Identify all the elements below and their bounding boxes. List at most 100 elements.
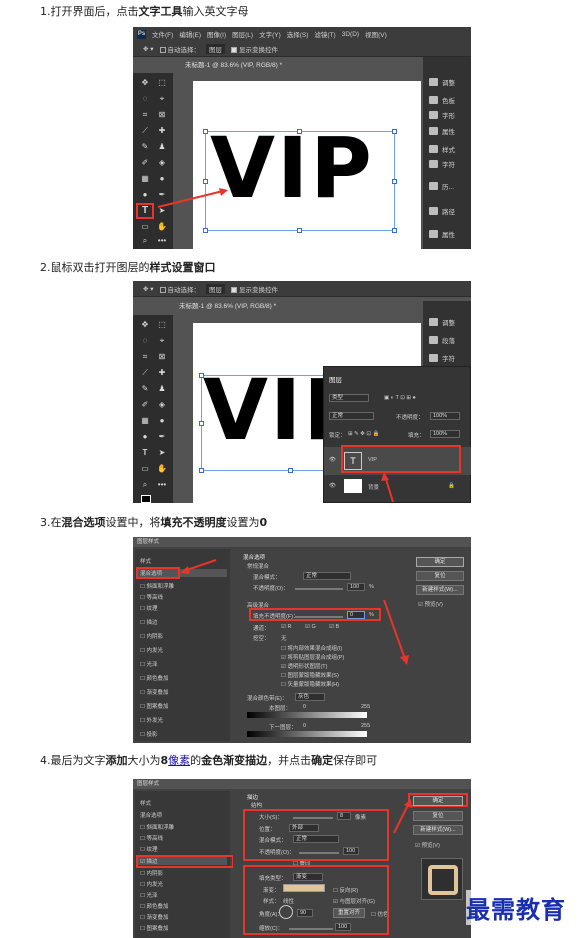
panel-adjustments[interactable]: 调整 xyxy=(429,317,455,327)
eye-icon[interactable]: 👁 xyxy=(329,483,336,489)
auto-select-dropdown[interactable]: 图层 xyxy=(206,283,226,294)
menu-file[interactable]: 文件(F) xyxy=(152,29,173,39)
show-transform-checkbox[interactable]: 显示变换控件 xyxy=(231,44,278,54)
transform-handle[interactable] xyxy=(297,129,302,134)
style-item-contour[interactable]: ☐ 等高线 xyxy=(140,593,163,601)
text-bounding-box[interactable] xyxy=(205,131,395,231)
move-tool-icon[interactable]: ✥ xyxy=(138,319,152,331)
style-item-stroke[interactable]: ☐ 描边 xyxy=(140,618,157,626)
frame-tool-icon[interactable]: ⊠ xyxy=(155,109,169,121)
zoom-icon[interactable]: ⌕ xyxy=(138,479,152,491)
quick-select-icon[interactable]: ⌖ xyxy=(155,335,169,347)
panel-adjustments[interactable]: 调整 xyxy=(429,77,455,87)
pixel-link[interactable]: 像素 xyxy=(168,754,190,767)
eraser-icon[interactable]: ◈ xyxy=(155,399,169,411)
history-brush-icon[interactable]: ✐ xyxy=(138,399,152,411)
healing-icon[interactable]: ✚ xyxy=(155,125,169,137)
style-item-drop-shadow[interactable]: ☐ 投影 xyxy=(140,730,157,738)
panel-history[interactable]: 历... xyxy=(429,181,454,191)
eraser-icon[interactable]: ◈ xyxy=(155,157,169,169)
document-tab[interactable]: 未标题-1 @ 83.6% (VIP, RGB/8) * xyxy=(179,60,419,72)
style-item-gradient-overlay[interactable]: ☐ 渐变叠加 xyxy=(140,913,168,921)
path-select-icon[interactable]: ➤ xyxy=(155,447,169,459)
panel-glyphs[interactable]: 字形 xyxy=(429,110,455,120)
quick-select-icon[interactable]: ⌖ xyxy=(155,93,169,105)
stamp-icon[interactable]: ♟ xyxy=(155,383,169,395)
style-item-pattern-overlay[interactable]: ☐ 图案叠加 xyxy=(140,702,168,710)
document-tab[interactable]: 未标题-1 @ 83.6% (VIP, RGB/8) * xyxy=(173,301,423,313)
eye-icon[interactable]: 👁 xyxy=(329,457,336,463)
option-transparency-shapes[interactable]: ☑ 透明形状图层(T) xyxy=(281,662,328,670)
eyedropper-icon[interactable]: ⟋ xyxy=(138,367,152,379)
move-icon[interactable]: ✥ ▾ xyxy=(143,45,154,53)
pen-icon[interactable]: ✒ xyxy=(155,431,169,443)
menu-type[interactable]: 文字(Y) xyxy=(259,29,281,39)
blend-mode-dropdown[interactable]: 正常 xyxy=(329,412,374,420)
preview-checkbox[interactable]: ☑ 预览(V) xyxy=(415,841,440,849)
opacity-field[interactable]: 100% xyxy=(430,412,460,420)
reset-button[interactable]: 复位 xyxy=(416,571,464,581)
option-vector-mask-hides[interactable]: ☐ 矢量蒙版隐藏效果(H) xyxy=(281,680,339,688)
dodge-icon[interactable]: ● xyxy=(138,189,152,201)
ok-button[interactable]: 确定 xyxy=(413,796,463,806)
hand-icon[interactable]: ✋ xyxy=(155,463,169,475)
transform-handle[interactable] xyxy=(203,228,208,233)
style-item-bevel[interactable]: ☐ 斜面和浮雕 xyxy=(140,582,174,590)
brush-icon[interactable]: ✎ xyxy=(138,383,152,395)
dodge-icon[interactable]: ● xyxy=(138,431,152,443)
style-item-styles[interactable]: 样式 xyxy=(140,557,151,565)
transform-handle[interactable] xyxy=(392,179,397,184)
option-layer-mask-hides[interactable]: ☐ 图层蒙版隐藏效果(S) xyxy=(281,671,339,679)
filter-kind-dropdown[interactable]: 类型 xyxy=(329,394,369,402)
brush-icon[interactable]: ✎ xyxy=(138,141,152,153)
knockout-dropdown[interactable]: 无 xyxy=(281,634,287,642)
menu-view[interactable]: 视图(V) xyxy=(365,29,387,39)
style-item-texture[interactable]: ☐ 纹理 xyxy=(140,845,157,853)
lock-icons[interactable]: ⊞ ✎ ✥ ⊡ 🔒 xyxy=(348,431,379,437)
panel-styles[interactable]: 样式 xyxy=(429,144,455,154)
foreground-color-swatch[interactable] xyxy=(141,495,151,503)
style-item-texture[interactable]: ☐ 纹理 xyxy=(140,604,157,612)
show-transform-checkbox[interactable]: 显示变换控件 xyxy=(231,284,278,294)
panel-swatches[interactable]: 色板 xyxy=(429,95,455,105)
canvas[interactable]: VIP xyxy=(193,81,421,249)
lasso-tool-icon[interactable]: ◌ xyxy=(138,93,152,105)
menu-layer[interactable]: 图层(L) xyxy=(232,29,253,39)
menu-select[interactable]: 选择(S) xyxy=(287,29,309,39)
style-item-inner-shadow[interactable]: ☐ 内阴影 xyxy=(140,869,163,877)
option-blend-clipped[interactable]: ☑ 将剪贴图层混合成组(P) xyxy=(281,653,344,661)
style-item-blending-options[interactable]: 混合选项 xyxy=(140,811,162,819)
layer-filter-icons[interactable]: ▣ ◐ T ⊡ ⊞ ● xyxy=(384,395,416,401)
more-tools-icon[interactable]: ••• xyxy=(155,479,169,491)
marquee-tool-icon[interactable]: ⬚ xyxy=(155,319,169,331)
rectangle-icon[interactable]: ▭ xyxy=(138,221,152,233)
transform-handle[interactable] xyxy=(288,468,293,473)
blur-icon[interactable]: ● xyxy=(155,415,169,427)
preview-checkbox[interactable]: ☑ 预览(V) xyxy=(418,600,443,608)
transform-handle[interactable] xyxy=(203,179,208,184)
panel-properties[interactable]: 属性 xyxy=(429,126,455,136)
style-item-color-overlay[interactable]: ☐ 颜色叠加 xyxy=(140,674,168,682)
lasso-tool-icon[interactable]: ◌ xyxy=(138,335,152,347)
style-item-outer-glow[interactable]: ☐ 外发光 xyxy=(140,716,163,724)
auto-select-checkbox[interactable]: 自动选择： xyxy=(159,44,200,54)
transform-handle[interactable] xyxy=(199,373,204,378)
hand-icon[interactable]: ✋ xyxy=(155,221,169,233)
style-item-inner-glow[interactable]: ☐ 内发光 xyxy=(140,646,163,654)
fill-field[interactable]: 100% xyxy=(430,430,460,438)
gradient-icon[interactable]: ▦ xyxy=(138,415,152,427)
new-style-button[interactable]: 新建样式(W)... xyxy=(413,825,463,835)
channel-r-checkbox[interactable]: ☑ R xyxy=(281,624,291,630)
style-item-satin[interactable]: ☐ 光泽 xyxy=(140,660,157,668)
ok-button[interactable]: 确定 xyxy=(416,557,464,567)
channel-b-checkbox[interactable]: ☑ B xyxy=(329,624,339,630)
menu-image[interactable]: 图像(I) xyxy=(207,29,226,39)
panel-properties-2[interactable]: 属性 xyxy=(429,229,455,239)
panel-paths[interactable]: 路径 xyxy=(429,206,455,216)
menu-edit[interactable]: 编辑(E) xyxy=(179,29,201,39)
opacity-slider[interactable] xyxy=(295,588,343,590)
this-layer-gradient-slider[interactable] xyxy=(247,712,367,718)
opacity-field[interactable]: 100 xyxy=(347,583,365,591)
transform-handle[interactable] xyxy=(199,421,204,426)
option-blend-interior[interactable]: ☐ 将内部效果混合成组(I) xyxy=(281,644,342,652)
